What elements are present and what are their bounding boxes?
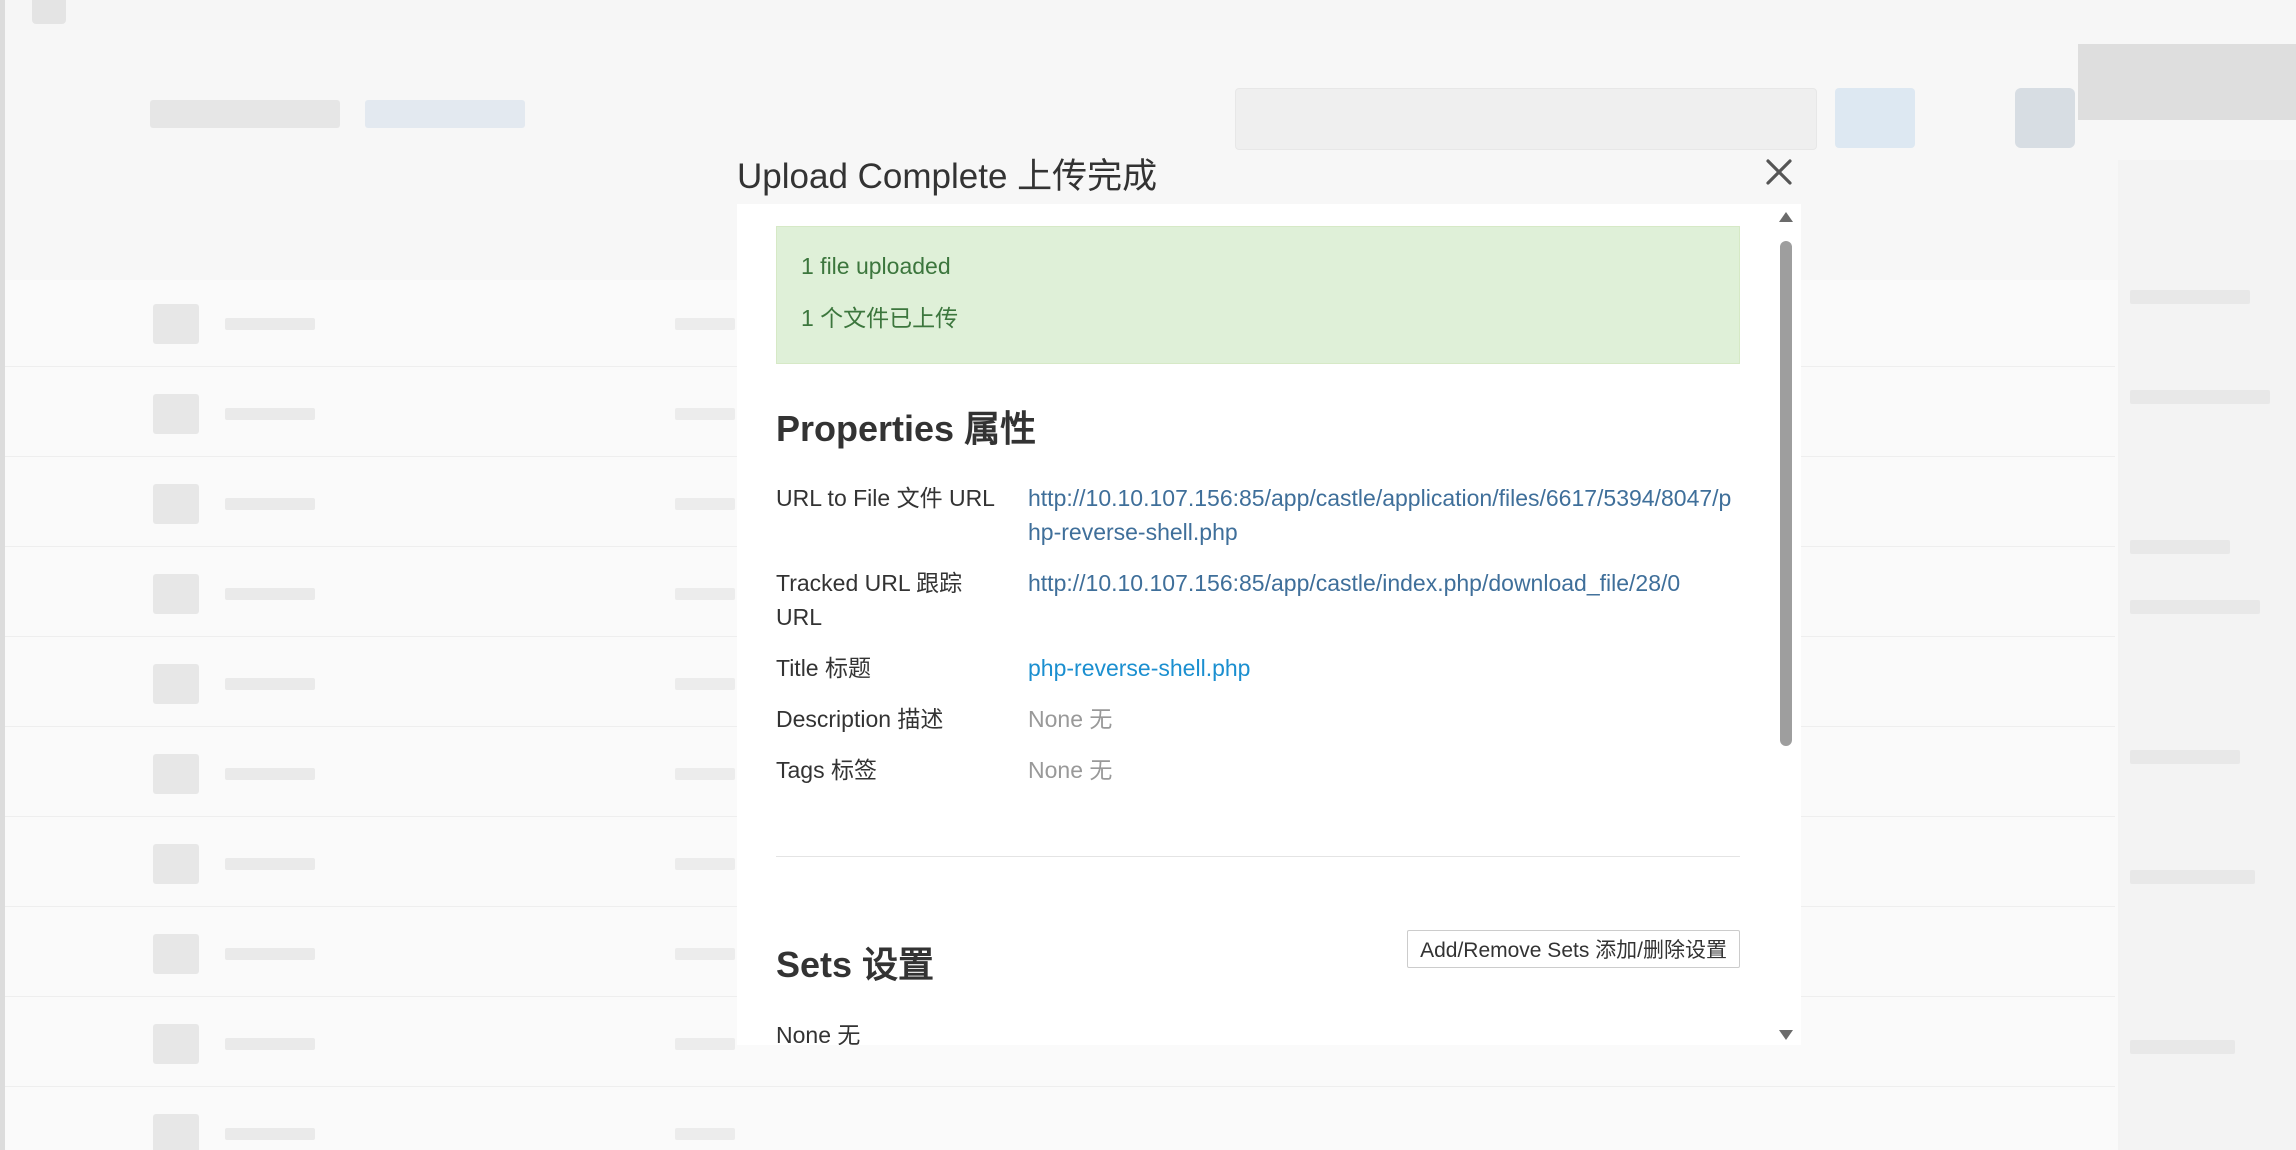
- upload-complete-dialog: Upload Complete 上传完成 1 file uploaded 1 个…: [737, 140, 1801, 1045]
- add-remove-sets-button[interactable]: Add/Remove Sets 添加/删除设置: [1407, 930, 1740, 968]
- tags-value: None 无: [1028, 757, 1113, 783]
- background-panel-line: [2130, 390, 2270, 404]
- close-button[interactable]: [1761, 154, 1797, 190]
- close-icon: [1766, 159, 1792, 185]
- background-panel-line: [2130, 600, 2260, 614]
- sets-heading: Sets 设置: [776, 944, 935, 985]
- scrollbar-thumb[interactable]: [1780, 241, 1792, 746]
- background-panel-line: [2130, 290, 2250, 304]
- scroll-down-arrow-icon[interactable]: [1779, 1030, 1793, 1040]
- upload-success-alert: 1 file uploaded 1 个文件已上传: [776, 226, 1740, 364]
- property-label-tags: Tags 标签: [776, 757, 877, 783]
- background-icon-button: [2015, 88, 2075, 148]
- background-right-bar: [2078, 44, 2296, 120]
- dialog-scrollbar[interactable]: [1779, 212, 1793, 1040]
- scroll-up-arrow-icon[interactable]: [1779, 212, 1793, 222]
- background-title-tag: [365, 100, 525, 128]
- background-page-title: [150, 100, 340, 128]
- property-label-tracked-url: Tracked URL 跟踪 URL: [776, 570, 963, 630]
- section-divider: [776, 856, 1740, 857]
- properties-heading: Properties 属性: [776, 408, 1037, 449]
- file-url-link[interactable]: http://10.10.107.156:85/app/castle/appli…: [1028, 481, 1740, 549]
- background-right-panel: [2118, 160, 2296, 1150]
- description-value: None 无: [1028, 706, 1113, 732]
- background-panel-line: [2130, 540, 2230, 554]
- property-label-title: Title 标题: [776, 655, 871, 681]
- dialog-body: 1 file uploaded 1 个文件已上传 Properties 属性 U…: [737, 204, 1801, 1045]
- dialog-title: Upload Complete 上传完成: [737, 157, 1158, 196]
- background-panel-line: [2130, 750, 2240, 764]
- background-search-button: [1835, 88, 1915, 148]
- file-title-link[interactable]: php-reverse-shell.php: [1028, 651, 1740, 685]
- property-label-description: Description 描述: [776, 706, 944, 732]
- alert-message-en: 1 file uploaded: [801, 253, 951, 279]
- background-toolbar-icon: [32, 0, 66, 24]
- tracked-url-link[interactable]: http://10.10.107.156:85/app/castle/index…: [1028, 566, 1740, 600]
- property-label-url: URL to File 文件 URL: [776, 485, 995, 511]
- background-panel-line: [2130, 870, 2255, 884]
- background-toolbar: [5, 0, 2296, 30]
- dialog-content: 1 file uploaded 1 个文件已上传 Properties 属性 U…: [776, 226, 1740, 1045]
- background-table-row: [5, 1090, 2115, 1150]
- sets-none-value: None 无: [776, 1022, 861, 1045]
- background-panel-line: [2130, 1040, 2235, 1054]
- alert-message-zh: 1 个文件已上传: [801, 305, 959, 331]
